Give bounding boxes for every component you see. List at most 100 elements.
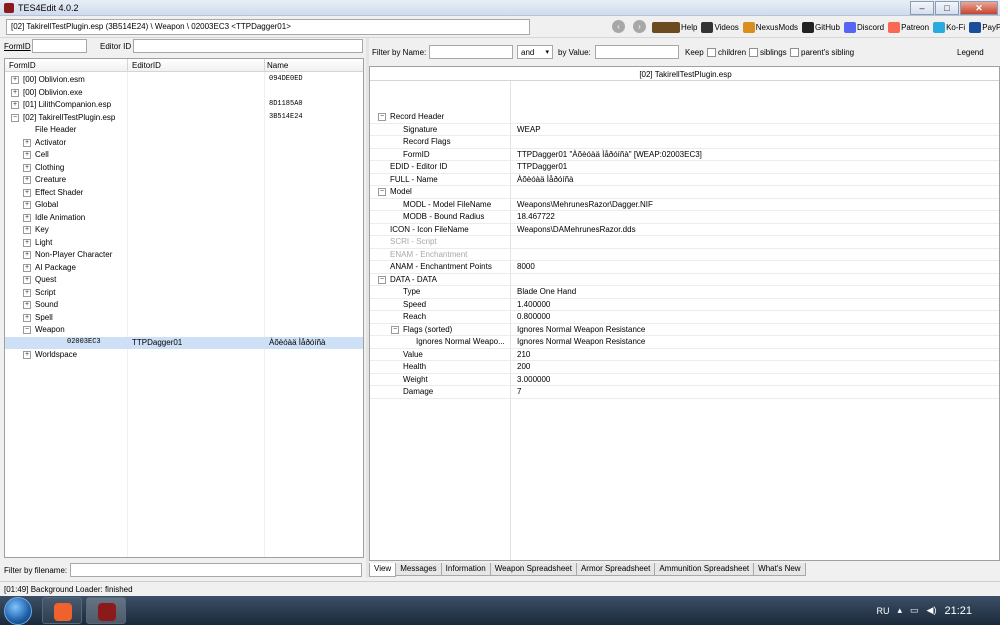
taskbar-tes4edit-button[interactable] [86, 597, 126, 624]
tree-row[interactable]: File Header [5, 124, 363, 137]
formid-input[interactable] [32, 39, 87, 53]
collapse-icon[interactable]: − [378, 275, 386, 284]
tree-row[interactable]: + Activator [5, 137, 363, 150]
collapse-icon[interactable]: − [11, 113, 19, 122]
expand-icon[interactable]: + [23, 276, 31, 284]
record-field-row[interactable]: MODB - Bound Radius 18.467722 [370, 211, 999, 224]
expand-icon[interactable]: + [23, 288, 31, 297]
record-field-row[interactable]: − Flags (sorted) Ignores Normal Weapon Res… [370, 324, 999, 336]
link-patreon[interactable]: Patreon [888, 21, 929, 33]
tree-row[interactable]: + Worldspace [5, 349, 363, 362]
column-editorid[interactable]: EditorID [132, 61, 161, 70]
tree-row[interactable]: + Key [5, 224, 363, 237]
record-field-row[interactable]: ENAM - Enchantment [370, 249, 999, 261]
close-button[interactable]: ✕ [960, 1, 998, 15]
record-field-row[interactable]: EDID - Editor ID TTPDagger01 [370, 161, 999, 174]
collapse-icon[interactable]: − [391, 325, 399, 334]
record-tree[interactable]: FormID EditorID Name + [00] Oblivion.esm 0… [4, 58, 364, 558]
collapse-icon[interactable]: − [23, 326, 31, 334]
expand-icon[interactable]: + [23, 138, 31, 147]
siblings-checkbox[interactable] [749, 48, 758, 57]
expand-icon[interactable]: + [23, 163, 31, 172]
tree-row[interactable]: + Sound [5, 299, 363, 312]
tree-row[interactable]: + Effect Shader [5, 187, 363, 200]
expand-icon[interactable]: + [23, 201, 31, 209]
tree-row[interactable]: + AI Package [5, 262, 363, 275]
link-paypal[interactable]: PayPal [969, 21, 1000, 33]
expand-icon[interactable]: + [23, 151, 31, 159]
maximize-button[interactable]: □ [935, 1, 959, 15]
tab-ammunition-spreadsheet[interactable]: Ammunition Spreadsheet [654, 563, 755, 576]
filter-name-input[interactable] [429, 45, 513, 59]
expand-icon[interactable]: + [23, 263, 31, 272]
record-field-row[interactable]: SCRI - Script [370, 236, 999, 249]
editorid-input[interactable] [133, 39, 363, 53]
logic-select[interactable]: and ▾ [517, 45, 553, 59]
tree-row[interactable]: + Non-Player Character [5, 249, 363, 262]
record-field-row[interactable]: FULL - Name Àõèóàä Ìåðóíñà [370, 174, 999, 186]
tab-view[interactable]: View [369, 563, 397, 577]
tree-row[interactable]: 02003EC3 TTPDagger01 Àõèóàä Ìåðóíñà [5, 336, 363, 349]
record-field-row[interactable]: Type Blade One Hand [370, 286, 999, 299]
link-ko-fi[interactable]: Ko-Fi [933, 21, 965, 33]
expand-icon[interactable]: + [11, 88, 19, 97]
volume-icon[interactable]: ◀) [927, 605, 937, 616]
record-field-row[interactable]: Signature WEAP [370, 124, 999, 136]
tree-row[interactable]: + Spell [5, 312, 363, 325]
expand-icon[interactable]: + [23, 251, 31, 259]
legend-button[interactable]: Legend [957, 48, 984, 57]
tab-information[interactable]: Information [440, 563, 491, 576]
tab-messages[interactable]: Messages [395, 563, 442, 576]
expand-icon[interactable]: + [23, 188, 31, 197]
record-field-row[interactable]: Weight 3.000000 [370, 374, 999, 386]
tree-row[interactable]: + Script [5, 287, 363, 300]
record-field-row[interactable]: FormID TTPDagger01 "Àõèóàä Ìåðóíñà" [WEAP… [370, 149, 999, 161]
column-formid[interactable]: FormID [9, 61, 36, 70]
expand-icon[interactable]: + [11, 76, 19, 84]
forward-icon[interactable]: › [633, 20, 646, 33]
tab-armor-spreadsheet[interactable]: Armor Spreadsheet [575, 563, 656, 576]
language-indicator[interactable]: RU [877, 606, 890, 616]
collapse-icon[interactable]: − [378, 188, 386, 196]
record-field-row[interactable]: Reach 0.800000 [370, 311, 999, 324]
record-path-field[interactable]: [02] TakirellTestPlugin.esp (3B514E24) \… [6, 19, 530, 35]
link-help[interactable]: Help [652, 21, 697, 33]
expand-icon[interactable]: + [23, 176, 31, 184]
record-field-row[interactable]: ICON - Icon FileName Weapons\DAMehrunesRa… [370, 224, 999, 236]
start-button[interactable] [4, 597, 32, 625]
tree-row[interactable]: + [00] Oblivion.exe [5, 87, 363, 100]
tree-row[interactable]: + Creature [5, 174, 363, 187]
record-field-row[interactable]: Speed 1.400000 [370, 299, 999, 311]
record-field-row[interactable]: Health 200 [370, 361, 999, 374]
record-field-row[interactable]: − Model [370, 186, 999, 199]
expand-icon[interactable]: + [23, 301, 31, 309]
record-grid[interactable]: [02] TakirellTestPlugin.esp − Record Head… [369, 66, 1000, 561]
tree-row[interactable]: + [00] Oblivion.esm 094DE0ED [5, 74, 363, 87]
record-field-row[interactable]: MODL - Model FileName Weapons\MehrunesRaz… [370, 199, 999, 211]
link-nexusmods[interactable]: NexusMods [742, 21, 798, 33]
expand-icon[interactable]: + [23, 213, 31, 222]
tree-row[interactable]: + Idle Animation [5, 212, 363, 225]
back-icon[interactable]: ‹ [612, 20, 625, 33]
link-discord[interactable]: Discord [843, 21, 884, 33]
collapse-icon[interactable]: − [378, 113, 386, 121]
taskbar-browser-button[interactable] [42, 597, 82, 624]
link-github[interactable]: GitHub [802, 21, 840, 33]
tray-arrow-icon[interactable]: ▴ [898, 605, 903, 616]
tab-weapon-spreadsheet[interactable]: Weapon Spreadsheet [489, 563, 577, 576]
expand-icon[interactable]: + [11, 101, 19, 109]
tree-row[interactable]: + Global [5, 199, 363, 212]
filename-filter-input[interactable] [70, 563, 362, 577]
expand-icon[interactable]: + [23, 226, 31, 234]
minimize-button[interactable]: – [910, 1, 934, 15]
tree-row[interactable]: + Cell [5, 149, 363, 162]
tree-row[interactable]: + Clothing [5, 162, 363, 175]
tree-row[interactable]: + Quest [5, 274, 363, 287]
tree-row[interactable]: + Light [5, 237, 363, 250]
tree-row[interactable]: − [02] TakirellTestPlugin.esp 3B514E24 [5, 112, 363, 125]
link-videos[interactable]: Videos [701, 21, 739, 33]
expand-icon[interactable]: + [23, 238, 31, 247]
tree-row[interactable]: + [01] LilithCompanion.esp 8D1185A0 [5, 99, 363, 112]
record-field-row[interactable]: − DATA - DATA [370, 274, 999, 286]
parents-sibling-checkbox[interactable] [790, 48, 799, 57]
